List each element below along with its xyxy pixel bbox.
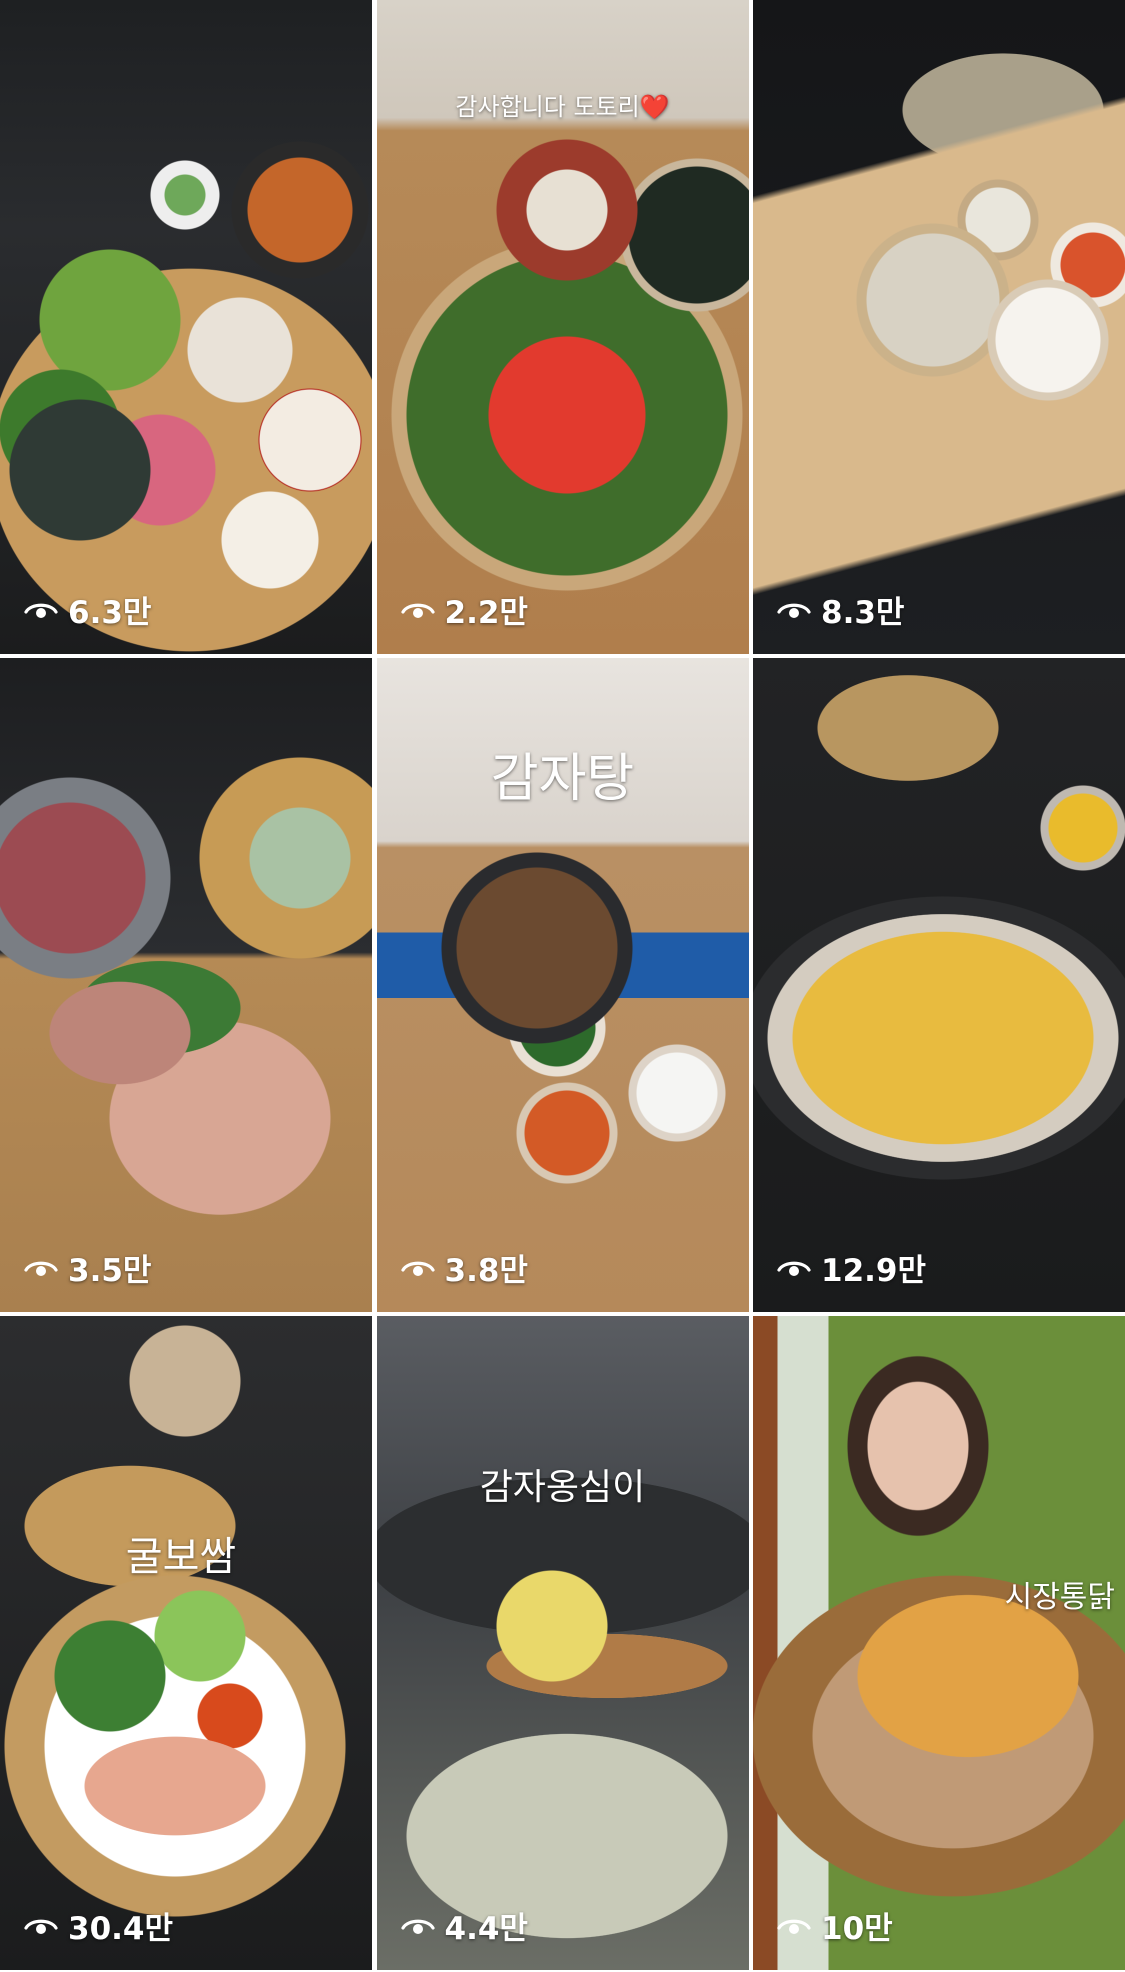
reel-caption: 감사합니다 도토리❤️ [455,93,670,121]
view-count-label: 10만 [821,1911,893,1947]
view-count: 10만 [777,1903,893,1948]
view-count-label: 3.8만 [444,1253,528,1289]
view-count-label: 12.9만 [821,1253,927,1289]
view-count-label: 8.3만 [821,595,905,631]
view-count: 8.3만 [777,587,904,632]
reel-thumbnail [753,0,1125,654]
reel-tile[interactable]: 3.5만 [0,658,372,1312]
reel-tile[interactable]: 12.9만 [753,658,1125,1312]
reel-thumbnail [0,0,372,654]
reel-thumbnail [753,1316,1125,1970]
reel-thumbnail [753,658,1125,1312]
eye-icon [24,598,58,622]
eye-icon [777,1256,811,1280]
reel-tile[interactable]: 감사합니다 도토리❤️ 2.2만 [376,0,749,654]
eye-icon [400,1914,435,1938]
reel-caption: 굴보쌈 [125,1534,237,1580]
reel-tile[interactable]: 6.3만 [0,0,372,654]
reel-caption: 감자탕 [490,749,635,809]
eye-icon [777,1914,811,1938]
view-count-label: 6.3만 [68,595,152,631]
reel-tile[interactable]: 굴보쌈 30.4만 [0,1316,372,1970]
eye-icon [400,1256,435,1280]
view-count-label: 3.5만 [68,1253,152,1289]
eye-icon [24,1914,58,1938]
reel-caption: 감자옹심이 [479,1467,646,1508]
eye-icon [400,598,435,622]
view-count: 3.8만 [400,1245,528,1290]
reels-grid: 6.3만 감사합니다 도토리❤️ 2.2만 8.3만 3.5만 감자탕 3.8만… [0,0,1125,1972]
reel-tile[interactable]: 감자옹심이 4.4만 [376,1316,749,1970]
reel-tile[interactable]: 시장통닭 10만 [753,1316,1125,1970]
view-count: 3.5만 [24,1245,151,1290]
eye-icon [24,1256,58,1280]
view-count-label: 30.4만 [68,1911,174,1947]
reel-tile[interactable]: 8.3만 [753,0,1125,654]
reel-thumbnail [376,1316,749,1970]
reel-caption: 시장통닭 [1004,1580,1115,1615]
reel-thumbnail [0,1316,372,1970]
eye-icon [777,598,811,622]
reel-thumbnail [0,658,372,1312]
view-count-label: 2.2만 [444,595,528,631]
view-count: 12.9만 [777,1245,926,1290]
view-count: 6.3만 [24,587,151,632]
reel-tile[interactable]: 감자탕 3.8만 [376,658,749,1312]
view-count-label: 4.4만 [444,1911,528,1947]
view-count: 2.2만 [400,587,528,632]
view-count: 4.4만 [400,1903,528,1948]
view-count: 30.4만 [24,1903,173,1948]
